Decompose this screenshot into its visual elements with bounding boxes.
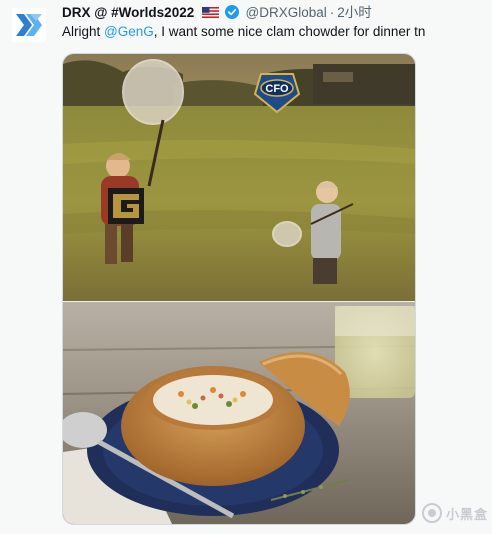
tweet-text: Alright @GenG, I want some nice clam cho… bbox=[62, 23, 425, 41]
tweet-text-start: Alright bbox=[62, 24, 105, 39]
meme-photo-chowder[interactable] bbox=[63, 302, 415, 524]
verified-badge-icon bbox=[224, 5, 239, 19]
separator-dot: · bbox=[329, 5, 335, 20]
drx-logo-icon bbox=[12, 8, 46, 42]
drx-avatar[interactable] bbox=[12, 8, 46, 42]
tweet-text-end: , I want some nice clam chowder for dinn… bbox=[153, 24, 426, 39]
timestamp[interactable]: 2小时 bbox=[337, 5, 372, 20]
user-handle[interactable]: @DRXGlobal bbox=[246, 5, 327, 20]
display-name[interactable]: DRX @ #Worlds2022 bbox=[62, 5, 194, 20]
tweet-card[interactable]: DRX @ #Worlds2022 @DRXGlobal · 2小时 Alright… bbox=[0, 0, 492, 534]
mention-link[interactable]: @GenG bbox=[104, 24, 154, 39]
us-flag-icon bbox=[201, 7, 219, 18]
xiaoheihe-logo-icon bbox=[422, 503, 442, 523]
tweet-header: DRX @ #Worlds2022 @DRXGlobal · 2小时 bbox=[62, 4, 372, 22]
media-grid[interactable]: CFO bbox=[62, 53, 416, 525]
cfo-badge-text: CFO bbox=[265, 83, 289, 95]
watermark-text: 小黑盒 bbox=[446, 506, 489, 522]
meme-photo-field[interactable]: CFO bbox=[63, 54, 415, 301]
xiaoheihe-watermark: 小黑盒 bbox=[422, 500, 488, 526]
